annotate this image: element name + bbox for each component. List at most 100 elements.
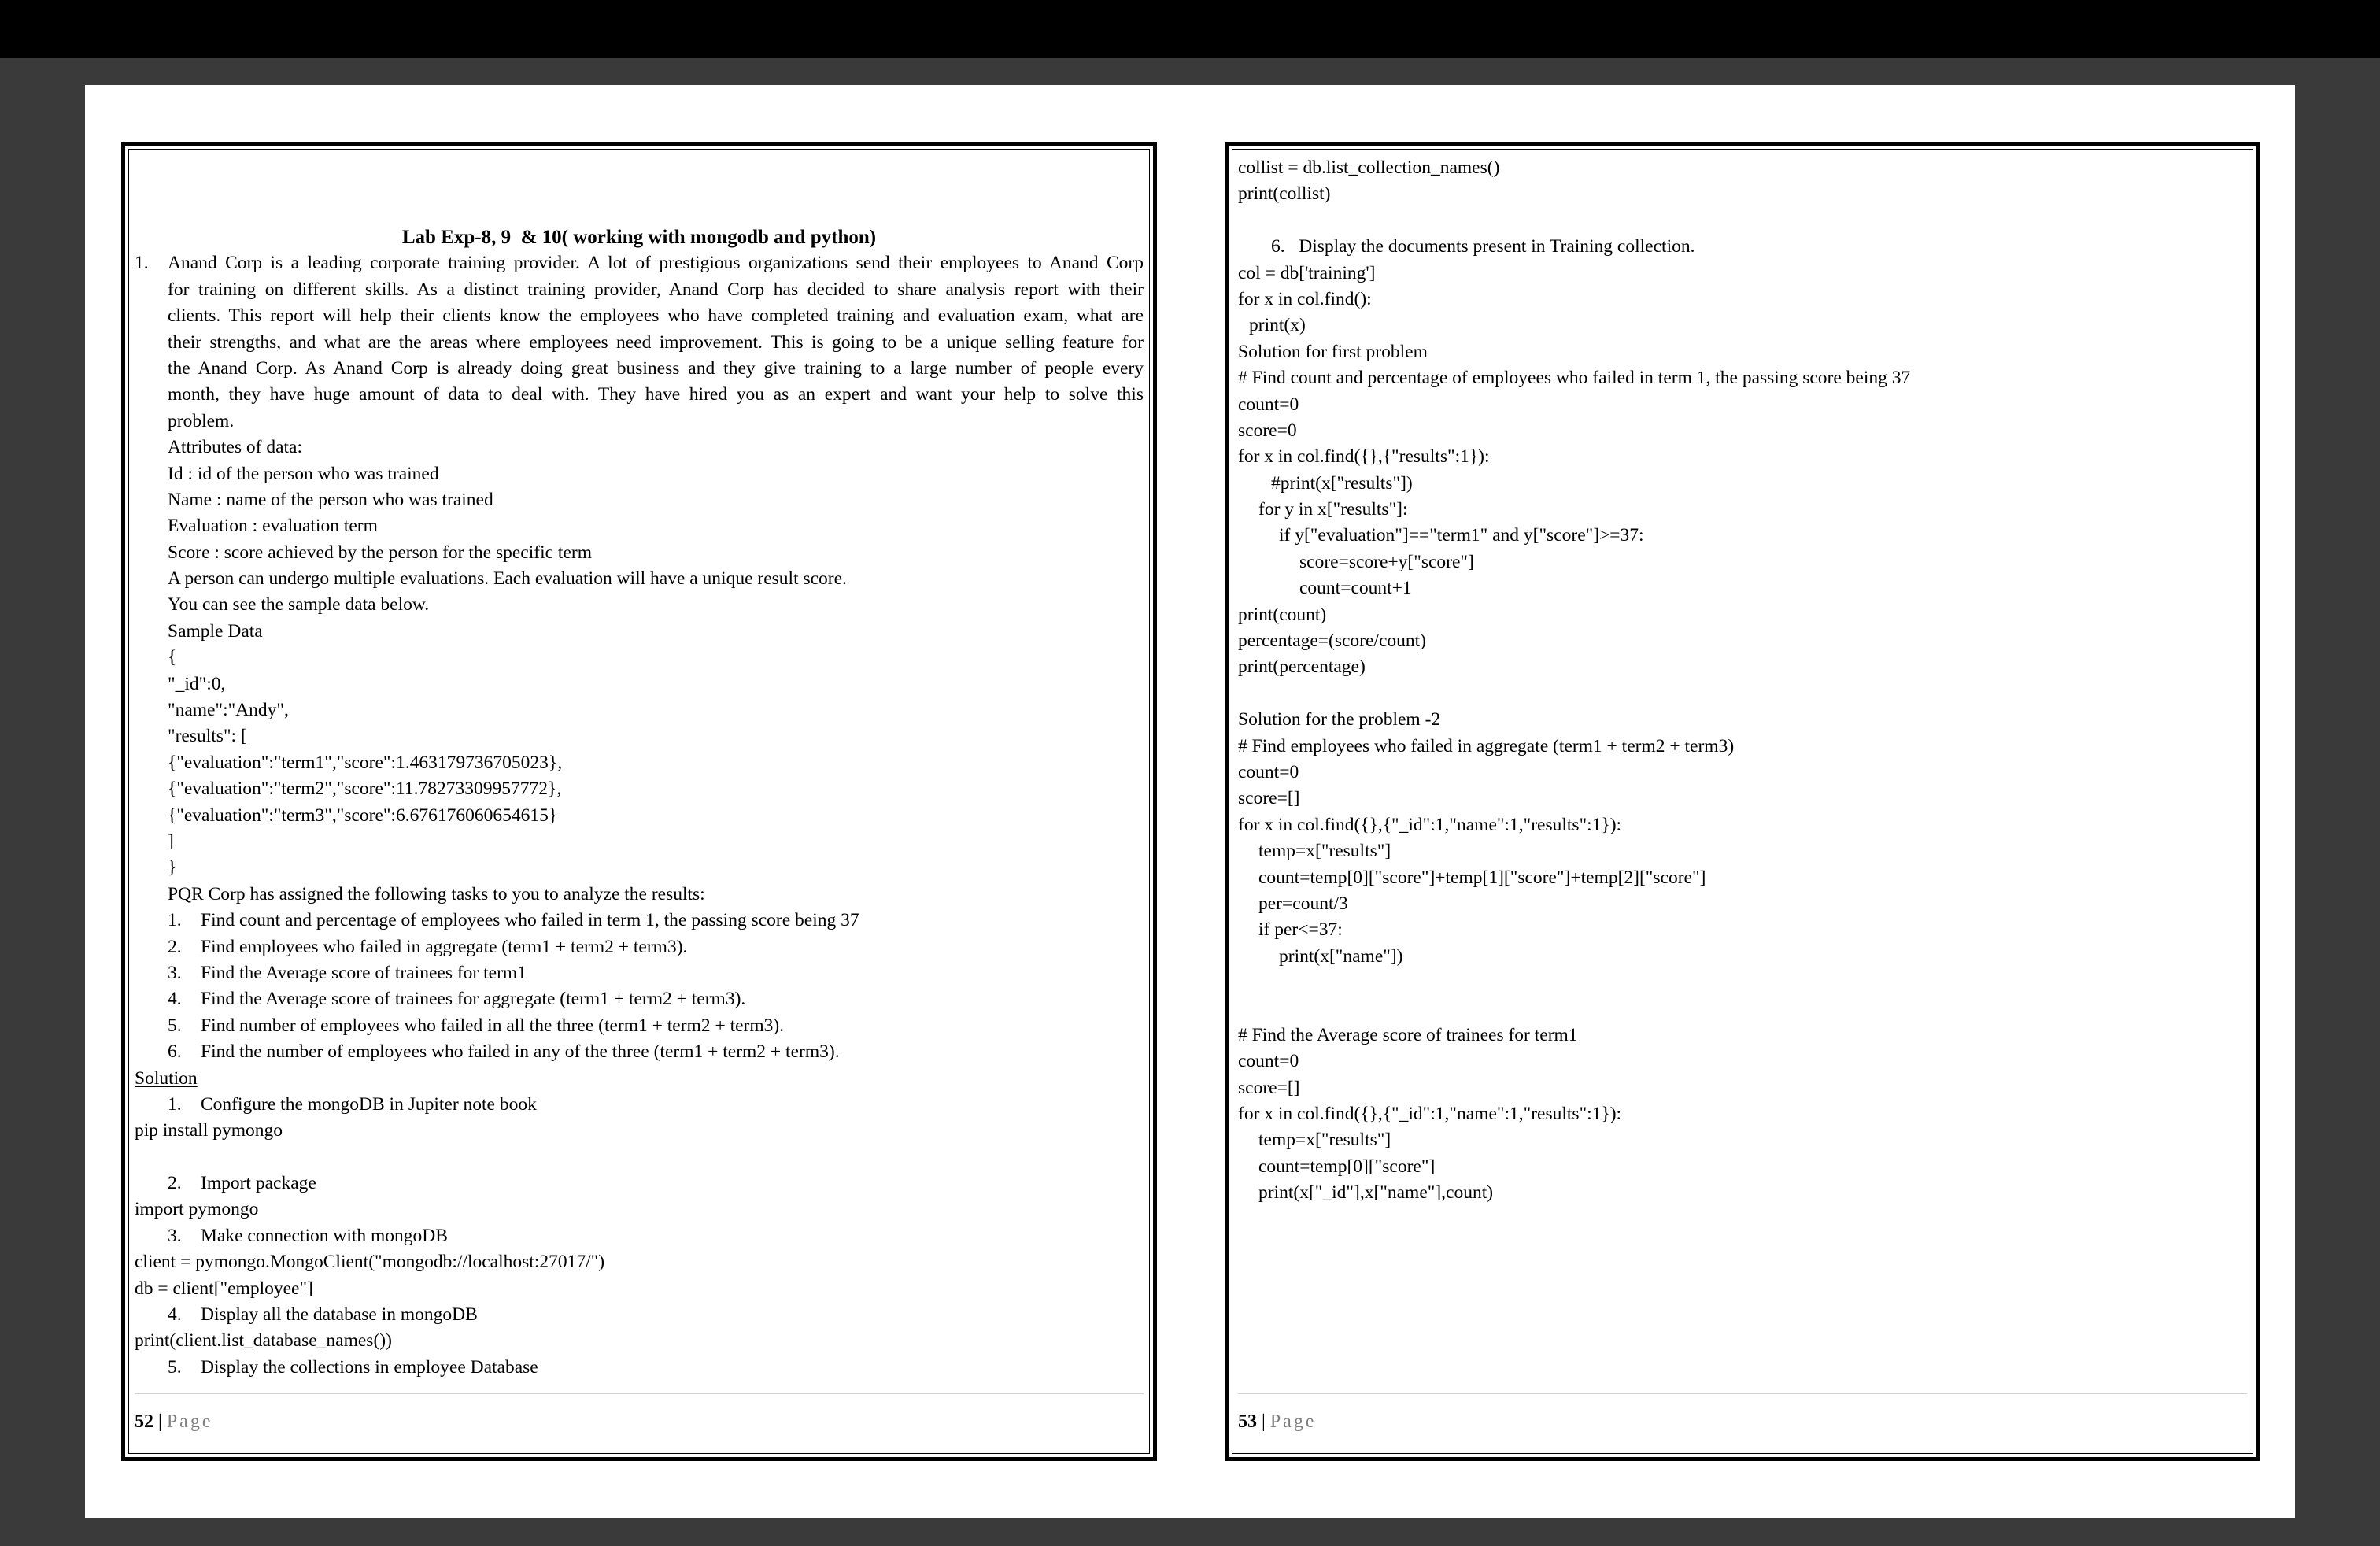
- step-text: Import package: [201, 1173, 316, 1194]
- page-53-content: collist = db.list_collection_names()prin…: [1238, 155, 2247, 1389]
- code-line: Solution for first problem: [1238, 341, 1428, 362]
- code-line: print(x["_id"],x["name"],count): [1258, 1182, 1494, 1204]
- code-line: score=0: [1238, 420, 1297, 441]
- code-line: score=[]: [1238, 1077, 1300, 1098]
- code-line: print(collist): [1238, 183, 1331, 205]
- code-line: collist = db.list_collection_names(): [1238, 157, 1500, 178]
- code-line: for y in x["results"]:: [1258, 499, 1408, 520]
- code-line: # Find the Average score of trainees for…: [1238, 1024, 1578, 1045]
- code-line: db = client["employee"]: [135, 1278, 313, 1299]
- page-number-value: 52: [135, 1411, 153, 1432]
- task-text: Find the number of employees who failed …: [201, 1041, 840, 1063]
- code-line: Solution for the problem -2: [1238, 709, 1441, 730]
- code-line: if per<=37:: [1258, 919, 1343, 941]
- attr-line: Sample Data: [168, 620, 263, 642]
- code-line: for x in col.find():: [1238, 288, 1372, 309]
- task-number: 4.: [168, 989, 182, 1010]
- code-line: per=count/3: [1258, 893, 1348, 914]
- code-line: score=score+y["score"]: [1299, 551, 1474, 572]
- page-label: Page: [166, 1411, 213, 1432]
- attr-line: Name : name of the person who was traine…: [168, 489, 493, 510]
- page-52-content: Lab Exp-8, 9 & 10( working with mongodb …: [135, 146, 1144, 1389]
- code-line: score=[]: [1238, 788, 1300, 809]
- sample-data-line: "name":"Andy",: [168, 700, 289, 721]
- sample-data-line: ]: [168, 830, 174, 852]
- step-item: 1. Configure the mongoDB in Jupiter note …: [135, 1092, 1144, 1118]
- page-separator: |: [1262, 1411, 1266, 1432]
- sample-data-line: "results": [: [168, 726, 247, 747]
- step-number: 4.: [168, 1304, 182, 1326]
- intro-line: their strengths, and what are the areas …: [168, 331, 1144, 353]
- page-52: Lab Exp-8, 9 & 10( working with mongodb …: [121, 142, 1157, 1461]
- code-line: temp=x["results"]: [1258, 841, 1391, 862]
- task-number: 6.: [168, 1041, 182, 1063]
- page-53: collist = db.list_collection_names()prin…: [1225, 142, 2260, 1461]
- code-line: print(x["name"]): [1279, 945, 1403, 967]
- code-line: client = pymongo.MongoClient("mongodb://…: [135, 1252, 605, 1273]
- sample-data-line: {"evaluation":"term3","score":6.67617606…: [168, 804, 558, 826]
- code-line: #print(x["results"]): [1271, 472, 1413, 494]
- task-text: Find employees who failed in aggregate (…: [201, 936, 688, 957]
- attr-line: Attributes of data:: [168, 437, 302, 458]
- page-number-value: 53: [1238, 1411, 1257, 1432]
- page-footer: 52 | Page: [135, 1393, 1144, 1451]
- page-number: 52 | Page: [135, 1411, 213, 1433]
- intro-line: clients. This report will help their cli…: [168, 305, 1144, 327]
- code-line: import pymongo: [135, 1199, 259, 1220]
- sample-data-line: {"evaluation":"term1","score":1.46317973…: [168, 752, 563, 773]
- lab-title: Lab Exp-8, 9 & 10( working with mongodb …: [401, 227, 877, 248]
- page-separator: |: [158, 1411, 162, 1432]
- page-number: 53 | Page: [1238, 1411, 1316, 1433]
- step-item: 3. Make connection with mongoDB: [135, 1223, 1144, 1249]
- attr-line: Score : score achieved by the person for…: [168, 542, 592, 563]
- attr-line: Id : id of the person who was trained: [168, 463, 439, 484]
- code-line: # Find employees who failed in aggregate…: [1238, 735, 1735, 756]
- code-line: for x in col.find({},{"_id":1,"name":1,"…: [1238, 814, 1622, 835]
- task-item: 3. Find the Average score of trainees for…: [135, 960, 1144, 986]
- code-line: percentage=(score/count): [1238, 631, 1426, 652]
- code-line: temp=x["results"]: [1258, 1130, 1391, 1151]
- code-line: 6. Display the documents present in Trai…: [1271, 236, 1695, 257]
- intro-line: Anand Corp is a leading corporate traini…: [168, 253, 1144, 274]
- code-line: count=temp[0]["score"]+temp[1]["score"]+…: [1258, 867, 1706, 888]
- task-number: 2.: [168, 936, 182, 957]
- intro-line: the Anand Corp. As Anand Corp is already…: [168, 357, 1144, 379]
- code-line: print(count): [1238, 604, 1327, 625]
- top-black-bar: [0, 0, 2380, 58]
- intro-item: 1. Anand Corp is a leading corporate trai…: [135, 250, 1144, 276]
- task-text: Find the Average score of trainees for a…: [201, 989, 746, 1010]
- code-line: print(client.list_database_names()): [135, 1330, 392, 1352]
- code-line: count=temp[0]["score"]: [1258, 1156, 1436, 1177]
- task-item: 4. Find the Average score of trainees for…: [135, 986, 1144, 1012]
- task-number: 1.: [168, 910, 182, 931]
- tasks-intro: PQR Corp has assigned the following task…: [168, 883, 705, 904]
- task-text: Find count and percentage of employees w…: [201, 910, 859, 931]
- code-line: count=0: [1238, 1051, 1299, 1072]
- task-item: 5. Find number of employees who failed in…: [135, 1013, 1144, 1039]
- code-line: count=0: [1238, 761, 1299, 782]
- step-number: 2.: [168, 1173, 182, 1194]
- sample-data-line: {: [168, 647, 177, 668]
- code-line: print(x): [1249, 315, 1306, 336]
- solution-heading: Solution: [135, 1067, 198, 1089]
- code-line: print(percentage): [1238, 656, 1366, 678]
- task-text: Find the Average score of trainees for t…: [201, 962, 527, 983]
- step-number: 1.: [168, 1093, 182, 1115]
- code-line: for x in col.find({},{"_id":1,"name":1,"…: [1238, 1104, 1622, 1125]
- task-item: 6. Find the number of employees who faile…: [135, 1039, 1144, 1065]
- sample-data-line: "_id":0,: [168, 673, 226, 694]
- task-text: Find number of employees who failed in a…: [201, 1015, 785, 1036]
- code-line: for x in col.find({},{"results":1}):: [1238, 446, 1490, 468]
- step-number: 5.: [168, 1356, 182, 1378]
- attr-line: A person can undergo multiple evaluation…: [168, 568, 847, 590]
- page-label: Page: [1269, 1411, 1317, 1432]
- step-text: Display all the database in mongoDB: [201, 1304, 478, 1326]
- step-text: Make connection with mongoDB: [201, 1225, 448, 1246]
- intro-line: problem.: [168, 410, 235, 431]
- step-item: 4. Display all the database in mongoDB: [135, 1302, 1144, 1328]
- task-item: 2. Find employees who failed in aggregate…: [135, 934, 1144, 960]
- step-item: 2. Import package: [135, 1171, 1144, 1196]
